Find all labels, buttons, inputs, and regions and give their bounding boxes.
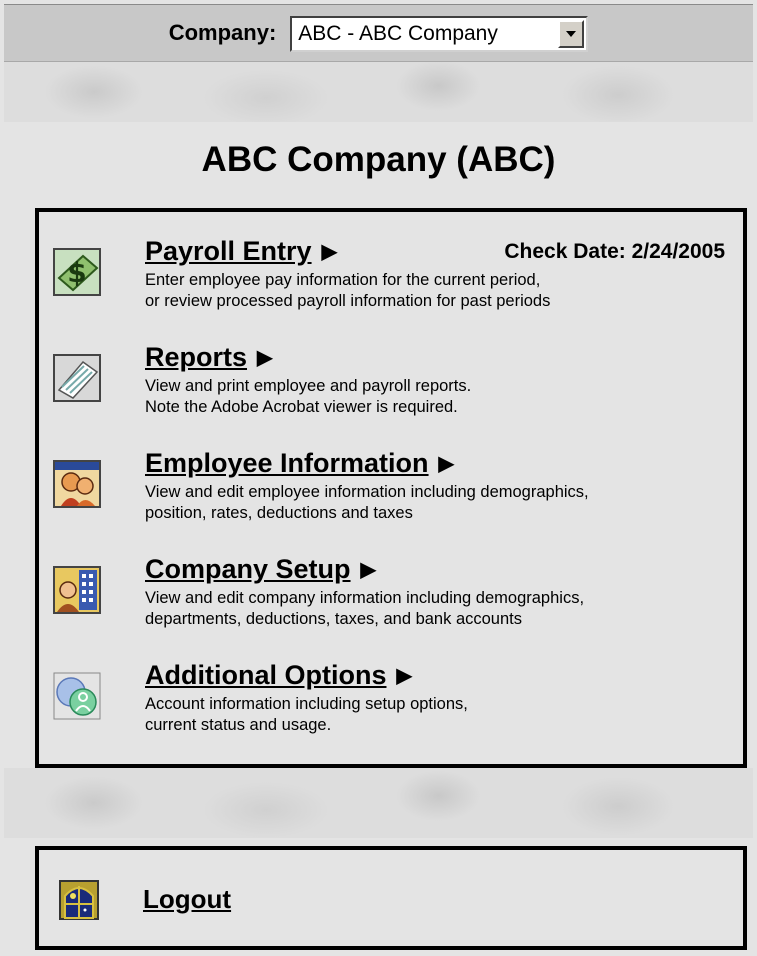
- arrow-right-icon: ▶: [321, 241, 337, 263]
- description-line: or review processed payroll information …: [145, 292, 551, 310]
- company-label: Company:: [168, 20, 277, 45]
- description-line: departments, deductions, taxes, and bank…: [145, 610, 522, 628]
- check-date: Check Date: 2/24/2005: [504, 240, 725, 263]
- logout-panel: Logout: [35, 846, 747, 950]
- logout-link[interactable]: Logout: [143, 884, 231, 915]
- company-setup-heading[interactable]: Company Setup ▶: [145, 554, 376, 585]
- arrow-right-icon: ▶: [360, 559, 376, 581]
- arrow-right-icon: ▶: [257, 347, 273, 369]
- arrow-right-icon: ▶: [396, 665, 412, 687]
- company-setup-link[interactable]: Company Setup: [145, 554, 351, 585]
- reports-description: View and print employee and payroll repo…: [145, 376, 471, 418]
- logout-window-icon[interactable]: [59, 880, 99, 920]
- additional-options-heading[interactable]: Additional Options ▶: [145, 660, 412, 691]
- arrow-right-icon: ▶: [438, 453, 454, 475]
- description-line: View and edit company information includ…: [145, 589, 585, 607]
- chevron-down-icon[interactable]: [558, 20, 585, 48]
- description-line: Enter employee pay information for the c…: [145, 271, 541, 289]
- main-menu: $ Payroll Entry ▶ Check Date: 2/24/2005 …: [35, 208, 747, 768]
- additional-options-description: Account information including setup opti…: [145, 694, 468, 736]
- description-line: current status and usage.: [145, 716, 332, 734]
- decorative-banner: [4, 62, 753, 122]
- additional-options-link[interactable]: Additional Options: [145, 660, 386, 691]
- reports-link[interactable]: Reports: [145, 342, 247, 373]
- employee-people-icon[interactable]: [53, 460, 101, 508]
- reports-heading[interactable]: Reports ▶: [145, 342, 272, 373]
- payroll-entry-link[interactable]: Payroll Entry: [145, 236, 312, 267]
- employee-information-description: View and edit employee information inclu…: [145, 482, 589, 524]
- page-title: ABC Company (ABC): [201, 140, 556, 179]
- company-bar: Company: ABC - ABC Company: [4, 4, 753, 62]
- description-line: Note the Adobe Acrobat viewer is require…: [145, 398, 458, 416]
- description-line: position, rates, deductions and taxes: [145, 504, 413, 522]
- company-building-icon[interactable]: [53, 566, 101, 614]
- description-line: Account information including setup opti…: [145, 695, 468, 713]
- decorative-banner: [4, 768, 753, 838]
- company-setup-description: View and edit company information includ…: [145, 588, 584, 630]
- company-select-value: ABC - ABC Company: [298, 22, 498, 45]
- employee-information-heading[interactable]: Employee Information ▶: [145, 448, 454, 479]
- company-select[interactable]: ABC - ABC Company: [290, 16, 589, 52]
- description-line: View and edit employee information inclu…: [145, 483, 589, 501]
- payroll-entry-description: Enter employee pay information for the c…: [145, 270, 550, 312]
- description-line: View and print employee and payroll repo…: [145, 377, 472, 395]
- payroll-money-icon[interactable]: $: [53, 248, 101, 296]
- payroll-entry-heading[interactable]: Payroll Entry ▶: [145, 236, 337, 267]
- svg-text:$: $: [67, 256, 86, 289]
- additional-options-icon[interactable]: [53, 672, 101, 720]
- reports-papers-icon[interactable]: [53, 354, 101, 402]
- employee-information-link[interactable]: Employee Information: [145, 448, 429, 479]
